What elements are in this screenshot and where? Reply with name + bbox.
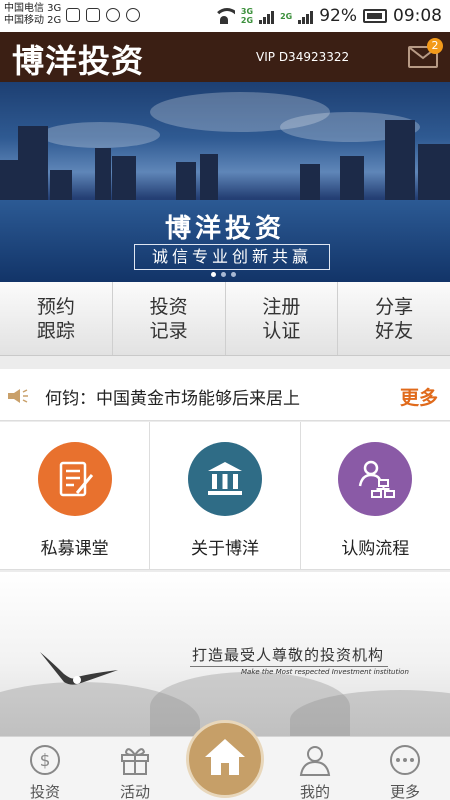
battery-percent: 92% <box>319 6 357 26</box>
battery-icon <box>363 9 387 23</box>
signal-icon-2 <box>298 8 314 24</box>
grid-item-private-class[interactable]: 私募课堂 <box>0 422 151 569</box>
carrier-2: 中国移动 2G <box>4 15 62 26</box>
promo-slogan-en: Make the Most respected Investment insti… <box>241 668 409 676</box>
news-more-link[interactable]: 更多 <box>400 383 438 410</box>
home-button[interactable] <box>186 720 264 798</box>
image-icon <box>66 8 80 22</box>
net-bottom-label: 2G <box>240 16 254 25</box>
grid-item-about[interactable]: 关于博洋 <box>150 422 301 569</box>
quick-actions: 预约 跟踪 投资 记录 注册 认证 分享 好友 <box>0 282 450 356</box>
network-type: 3G 2G <box>241 7 253 25</box>
news-headline[interactable]: 何钧：中国黄金市场能够后来居上 <box>45 384 300 409</box>
promo-banner[interactable]: 打造最受人尊敬的投资机构 Make the Most respected Inv… <box>0 572 450 736</box>
carousel-dot[interactable] <box>231 272 236 277</box>
carrier-1: 中国电信 3G <box>4 3 62 14</box>
svg-text:$: $ <box>40 751 51 771</box>
appointment-tracking-button[interactable]: 预约 跟踪 <box>0 282 113 355</box>
note-icon <box>37 442 112 516</box>
more-icon <box>390 745 420 775</box>
nav-label: 我的 <box>299 783 330 800</box>
wifi-icon <box>212 8 235 24</box>
status-right: 3G 2G 2G 92% 09:08 <box>212 4 442 28</box>
banner-title: 博洋投资 <box>164 214 285 244</box>
app-header: 博洋投资 VIP D34923322 <box>0 32 450 82</box>
notification-icons <box>66 8 140 22</box>
clock: 09:08 <box>393 6 442 26</box>
feature-grid: 私募课堂 关于博洋 认购流程 <box>0 422 450 570</box>
app-logo: 博洋投资 <box>12 42 145 80</box>
grid-item-subscription[interactable]: 认购流程 <box>301 422 450 569</box>
slogan-divider <box>190 666 388 667</box>
news-ticker: 何钧：中国黄金市场能够后来居上 更多 <box>0 369 450 421</box>
carousel-dots[interactable] <box>211 272 236 277</box>
eagle-icon <box>40 652 118 685</box>
gift-icon <box>121 748 149 775</box>
vip-id: D34923322 <box>278 50 350 64</box>
nav-more[interactable]: 更多 <box>360 737 450 800</box>
nav-label: 更多 <box>389 783 420 800</box>
promo-slogan: 打造最受人尊敬的投资机构 <box>192 646 385 664</box>
nav-activity[interactable]: 活动 <box>90 737 180 800</box>
vip-info: VIP D34923322 <box>256 50 349 64</box>
nav-label: 活动 <box>119 783 150 800</box>
bank-icon <box>187 442 262 516</box>
grid-label: 私募课堂 <box>40 539 109 559</box>
share-friends-button[interactable]: 分享 好友 <box>338 282 450 355</box>
grid-label: 认购流程 <box>341 539 410 559</box>
status-bar: 中国电信 3G 中国移动 2G 3G 2G 2G 92% 09:08 <box>0 0 450 32</box>
carousel-dot[interactable] <box>221 272 226 277</box>
register-verify-button[interactable]: 注册 认证 <box>226 282 339 355</box>
net-top-label: 3G <box>240 7 254 16</box>
dollar-icon: $ <box>30 745 60 775</box>
investment-records-button[interactable]: 投资 记录 <box>113 282 226 355</box>
nav-invest[interactable]: $ 投资 <box>0 737 90 800</box>
cleaner-icon <box>86 8 100 22</box>
network-type-2: 2G <box>280 11 293 21</box>
hero-banner[interactable]: 博洋投资 诚信专业创新共赢 <box>0 82 450 282</box>
mail-badge: 2 <box>427 38 443 54</box>
home-icon <box>205 739 245 775</box>
org-chart-icon <box>338 442 413 516</box>
vip-label: VIP <box>256 50 275 64</box>
shield-icon <box>126 8 140 22</box>
signal-icon <box>259 8 275 24</box>
app-icon <box>106 8 120 22</box>
carousel-dot[interactable] <box>211 272 216 277</box>
nav-label: 投资 <box>29 783 60 800</box>
banner-subtitle: 诚信专业创新共赢 <box>134 244 330 270</box>
grid-label: 关于博洋 <box>190 539 259 559</box>
speaker-icon <box>8 389 28 403</box>
nav-mine[interactable]: 我的 <box>270 737 360 800</box>
user-icon <box>299 746 331 776</box>
carrier-info: 中国电信 3G 中国移动 2G <box>4 3 61 27</box>
